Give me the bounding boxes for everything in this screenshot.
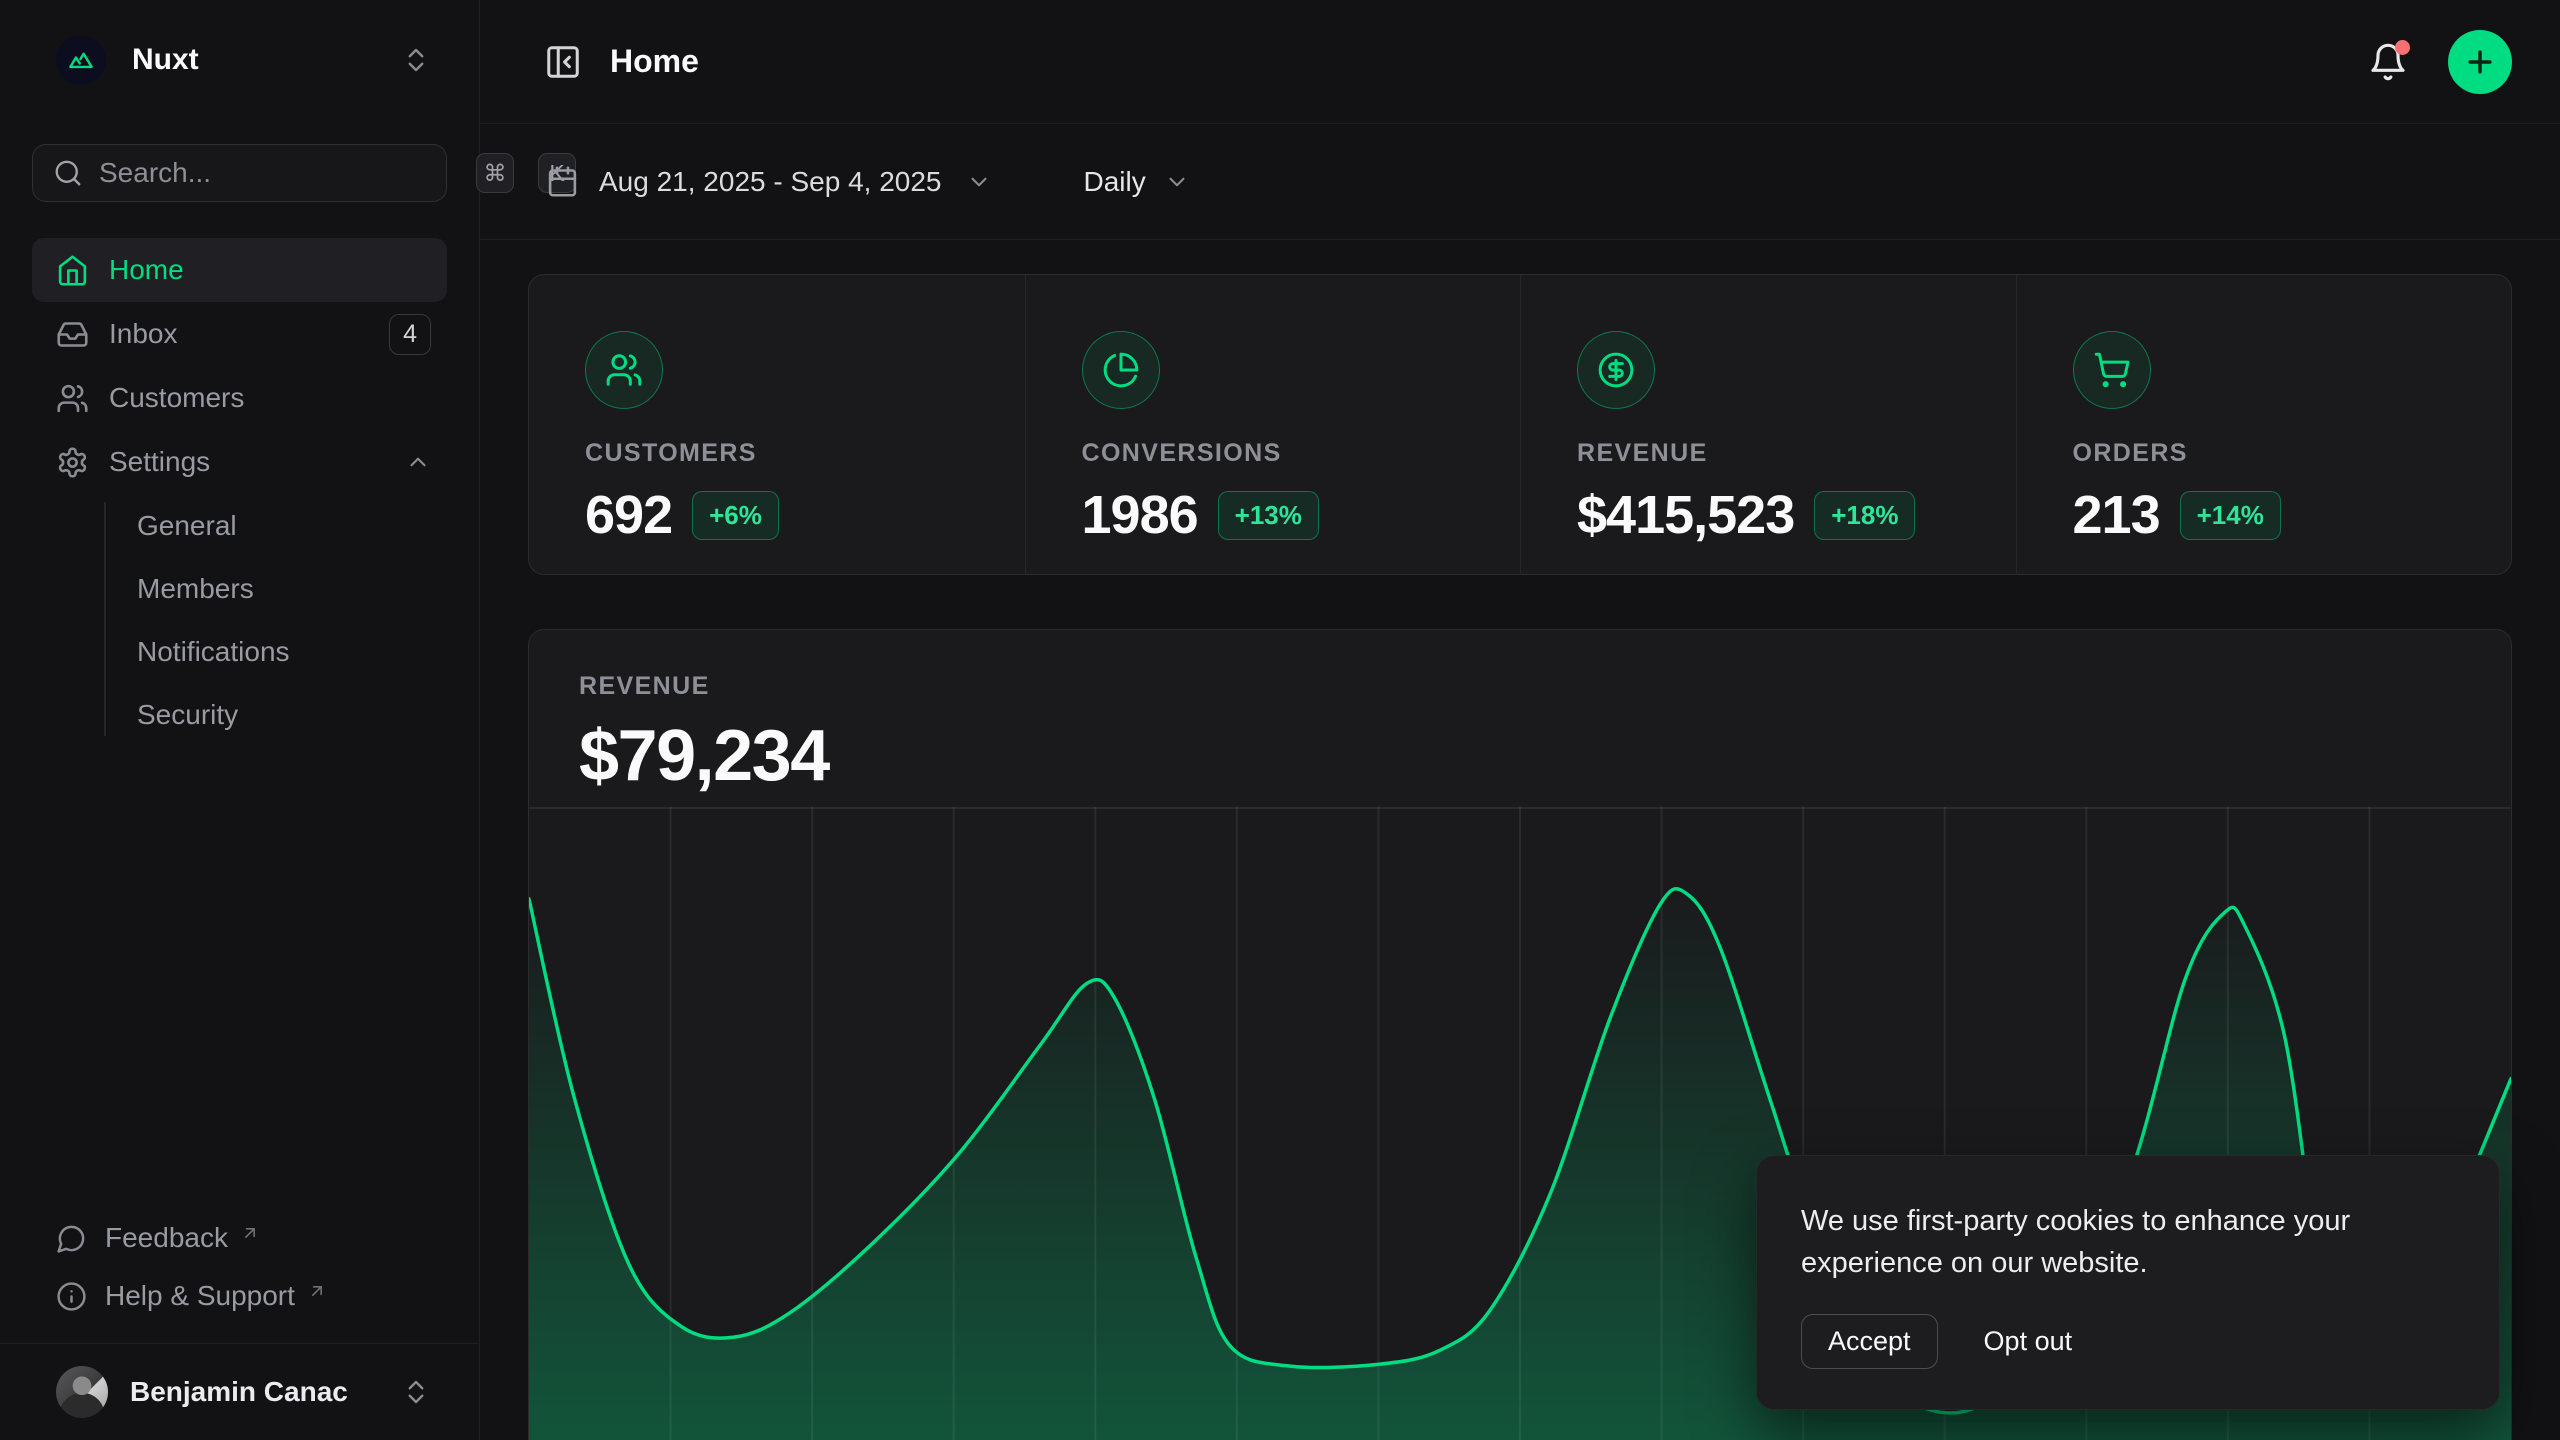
chart-current-value: $79,234 — [579, 715, 2511, 797]
stat-card-customers[interactable]: CUSTOMERS 692 +6% — [529, 275, 1025, 574]
arrow-up-right-icon — [307, 1281, 327, 1301]
sidebar-footer: Feedback Help & Support — [32, 1209, 447, 1343]
main-header: Home — [480, 0, 2560, 124]
workspace-name: Nuxt — [132, 43, 401, 77]
subnav-label: General — [137, 510, 237, 542]
chevron-down-icon — [1164, 169, 1190, 195]
stat-label: CONVERSIONS — [1082, 439, 1481, 468]
footer-item-label: Help & Support — [105, 1280, 295, 1312]
stat-card-revenue[interactable]: REVENUE $415,523 +18% — [1520, 275, 2016, 574]
search-box[interactable]: ⌘ K — [32, 144, 447, 202]
sidebar-item-home[interactable]: Home — [32, 238, 447, 302]
sidebar-item-inbox[interactable]: Inbox 4 — [32, 302, 447, 366]
optout-cookies-button[interactable]: Opt out — [1984, 1326, 2073, 1357]
user-name: Benjamin Canac — [130, 1376, 379, 1408]
search-input[interactable] — [99, 157, 460, 189]
cart-icon — [2073, 331, 2151, 409]
inbox-count-badge: 4 — [389, 314, 431, 355]
stat-value: 692 — [585, 484, 672, 546]
sidebar-item-label: Inbox — [109, 318, 369, 350]
search-icon — [53, 158, 83, 188]
calendar-icon — [546, 165, 579, 198]
sidebar-item-security[interactable]: Security — [32, 683, 447, 746]
toolbar: Aug 21, 2025 - Sep 4, 2025 Daily — [480, 124, 2560, 240]
subnav-label: Members — [137, 573, 254, 605]
date-range-picker[interactable]: Aug 21, 2025 - Sep 4, 2025 — [546, 165, 992, 198]
granularity-select[interactable]: Daily — [1084, 166, 1190, 198]
chevron-up-icon — [405, 449, 431, 475]
sidebar-nav: Home Inbox 4 Customers Settings — [32, 238, 447, 746]
plus-icon — [2463, 45, 2497, 79]
inbox-icon — [56, 318, 89, 351]
date-range-label: Aug 21, 2025 - Sep 4, 2025 — [599, 166, 942, 198]
circle-dollar-icon — [1577, 331, 1655, 409]
pie-chart-icon — [1082, 331, 1160, 409]
chevron-down-icon — [966, 169, 992, 195]
stat-delta-badge: +13% — [1218, 491, 1319, 540]
chart-title: REVENUE — [579, 672, 2511, 701]
stats-grid: CUSTOMERS 692 +6% CONVERSIONS 1986 +13% — [528, 274, 2512, 575]
sidebar-item-customers[interactable]: Customers — [32, 366, 447, 430]
stat-value: 1986 — [1082, 484, 1198, 546]
avatar — [56, 1366, 108, 1418]
gear-icon — [56, 446, 89, 479]
stat-label: ORDERS — [2073, 439, 2472, 468]
sidebar-item-settings[interactable]: Settings — [32, 430, 447, 494]
nuxt-logo-icon — [56, 35, 106, 85]
message-circle-icon — [56, 1223, 87, 1254]
stat-label: REVENUE — [1577, 439, 1976, 468]
stat-label: CUSTOMERS — [585, 439, 985, 468]
stat-delta-badge: +18% — [1814, 491, 1915, 540]
notifications-button[interactable] — [2368, 42, 2408, 82]
granularity-label: Daily — [1084, 166, 1146, 198]
arrow-up-right-icon — [240, 1223, 260, 1243]
feedback-link[interactable]: Feedback — [32, 1209, 447, 1267]
stat-value: 213 — [2073, 484, 2160, 546]
home-icon — [56, 254, 89, 287]
add-button[interactable] — [2448, 30, 2512, 94]
sidebar-item-notifications[interactable]: Notifications — [32, 620, 447, 683]
info-circle-icon — [56, 1281, 87, 1312]
workspace-switcher[interactable]: Nuxt — [32, 28, 447, 92]
stat-delta-badge: +6% — [692, 491, 779, 540]
stat-delta-badge: +14% — [2180, 491, 2281, 540]
stat-card-conversions[interactable]: CONVERSIONS 1986 +13% — [1025, 275, 1521, 574]
users-icon — [585, 331, 663, 409]
sidebar-item-members[interactable]: Members — [32, 557, 447, 620]
settings-subnav: General Members Notifications Security — [32, 494, 447, 746]
users-icon — [56, 382, 89, 415]
notification-dot — [2395, 40, 2410, 55]
footer-item-label: Feedback — [105, 1222, 228, 1254]
subnav-label: Notifications — [137, 636, 290, 668]
subnav-label: Security — [137, 699, 238, 731]
user-menu[interactable]: Benjamin Canac — [32, 1344, 447, 1440]
sidebar-item-label: Settings — [109, 446, 385, 478]
cookie-message: We use first-party cookies to enhance yo… — [1801, 1200, 2455, 1284]
sidebar-item-label: Home — [109, 254, 431, 286]
sidebar-item-general[interactable]: General — [32, 494, 447, 557]
chevrons-up-down-icon — [401, 45, 431, 75]
sidebar: Nuxt ⌘ K Home Inbox 4 — [0, 0, 480, 1440]
stat-value: $415,523 — [1577, 484, 1794, 546]
cookie-banner: We use first-party cookies to enhance yo… — [1756, 1155, 2500, 1410]
accept-cookies-button[interactable]: Accept — [1801, 1314, 1938, 1369]
chevrons-up-down-icon — [401, 1377, 431, 1407]
panel-collapse-icon[interactable] — [544, 43, 582, 81]
sidebar-item-label: Customers — [109, 382, 431, 414]
stat-card-orders[interactable]: ORDERS 213 +14% — [2016, 275, 2512, 574]
help-support-link[interactable]: Help & Support — [32, 1267, 447, 1325]
page-title: Home — [610, 43, 2368, 80]
